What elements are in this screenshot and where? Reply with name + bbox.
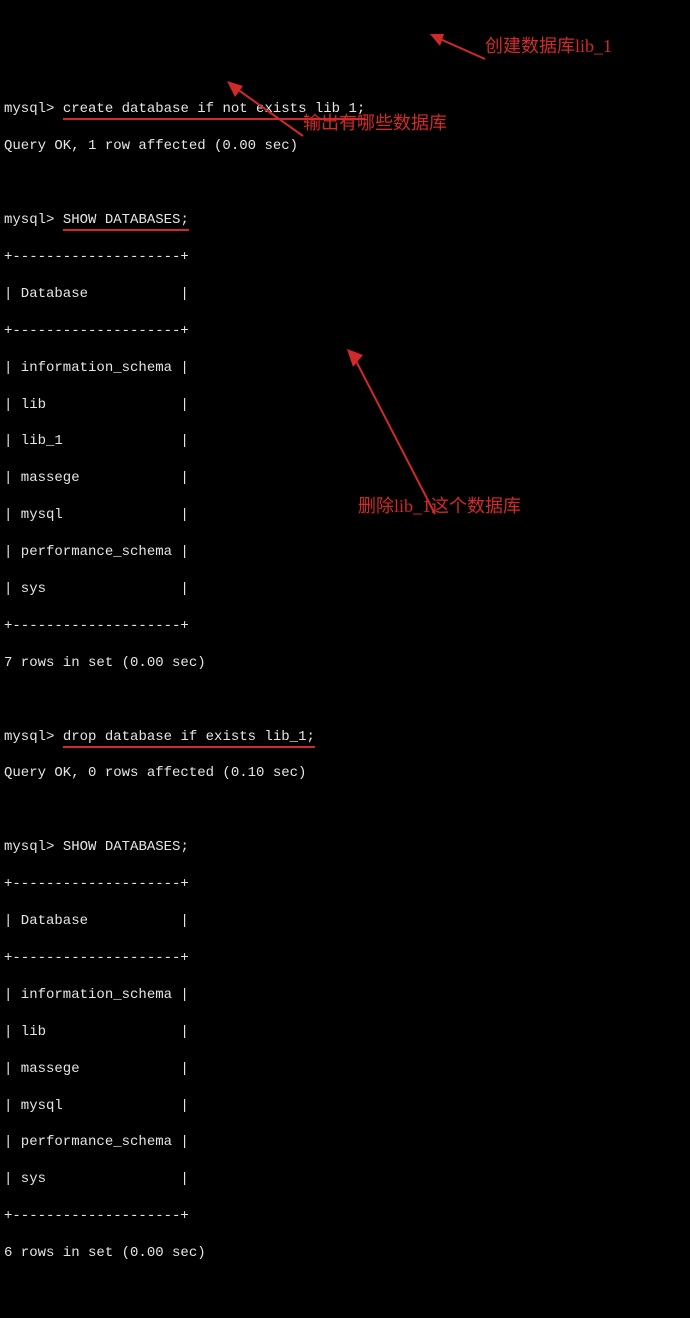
table-footer: 6 rows in set (0.00 sec)	[4, 1244, 686, 1262]
cmd-line-2: mysql> SHOW DATABASES;	[4, 211, 686, 229]
cmd-drop-db: drop database if exists lib_1;	[63, 729, 315, 748]
blank	[4, 691, 686, 709]
resp-line-1: Query OK, 1 row affected (0.00 sec)	[4, 137, 686, 155]
annotation-create-db: 创建数据库lib_1	[485, 34, 612, 58]
resp-line-3: Query OK, 0 rows affected (0.10 sec)	[4, 764, 686, 782]
table-row: | mysql |	[4, 1097, 686, 1115]
table-row: | massege |	[4, 469, 686, 487]
table-border: +--------------------+	[4, 322, 686, 340]
prompt: mysql>	[4, 729, 54, 745]
arrow-icon	[430, 15, 490, 45]
blank	[4, 174, 686, 192]
table-row: | lib |	[4, 1023, 686, 1041]
table-row: | performance_schema |	[4, 1133, 686, 1151]
cmd-line-4: mysql> SHOW DATABASES;	[4, 838, 686, 856]
cmd-line-3: mysql> drop database if exists lib_1;	[4, 728, 686, 746]
prompt: mysql>	[4, 212, 54, 228]
table-row: | information_schema |	[4, 986, 686, 1004]
blank	[4, 801, 686, 819]
table-border: +--------------------+	[4, 875, 686, 893]
table-row: | information_schema |	[4, 359, 686, 377]
table-row: | lib |	[4, 396, 686, 414]
table-row: | performance_schema |	[4, 543, 686, 561]
table-row: | sys |	[4, 580, 686, 598]
blank	[4, 1281, 686, 1299]
table-border: +--------------------+	[4, 949, 686, 967]
table-border: +--------------------+	[4, 1207, 686, 1225]
table-header: | Database |	[4, 285, 686, 303]
table-border: +--------------------+	[4, 248, 686, 266]
prompt: mysql>	[4, 101, 54, 117]
annotation-drop-db: 删除lib_1这个数据库	[358, 494, 521, 518]
table-header: | Database |	[4, 912, 686, 930]
table-row: | massege |	[4, 1060, 686, 1078]
table-row: | lib_1 |	[4, 432, 686, 450]
cmd-show-db-2: SHOW DATABASES;	[63, 839, 189, 855]
table-row: | sys |	[4, 1170, 686, 1188]
table-border: +--------------------+	[4, 617, 686, 635]
cmd-show-db-1: SHOW DATABASES;	[63, 212, 189, 231]
annotation-show-db: 输出有哪些数据库	[303, 111, 447, 135]
prompt: mysql>	[4, 839, 54, 855]
table-row: | mysql |	[4, 506, 686, 524]
table-footer: 7 rows in set (0.00 sec)	[4, 654, 686, 672]
